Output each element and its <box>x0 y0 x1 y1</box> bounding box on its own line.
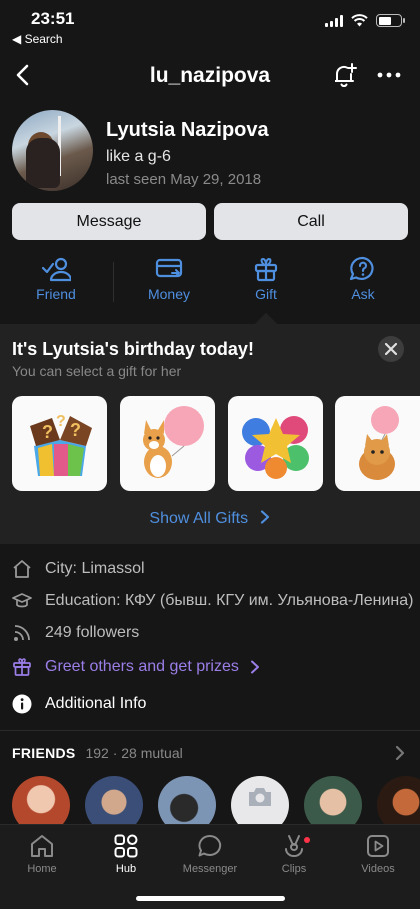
show-all-gifts-label: Show All Gifts <box>149 510 249 527</box>
last-seen: last seen May 29, 2018 <box>106 171 262 188</box>
question-bubble-icon <box>349 256 374 281</box>
profile-header: lu_nazipova <box>0 55 420 99</box>
friend-avatar-placeholder[interactable] <box>231 776 289 826</box>
message-button[interactable]: Message <box>12 203 206 240</box>
birthday-title: It's Lyutsia's birthday today! <box>12 339 254 359</box>
money-transfer-icon <box>155 258 183 278</box>
corgi-with-balloon-image <box>143 406 204 478</box>
mystery-gift-box-image: ? ? ? <box>30 413 92 476</box>
friend-avatar[interactable] <box>304 776 362 826</box>
graduation-cap-icon <box>12 593 32 608</box>
birthday-balloons-image <box>242 416 309 479</box>
tab-hub[interactable]: Hub <box>84 833 168 875</box>
wifi-icon <box>351 14 368 27</box>
video-icon <box>367 835 389 857</box>
subscribe-bell-icon[interactable] <box>330 61 358 89</box>
svg-text:?: ? <box>42 422 53 442</box>
birthday-subtitle: You can select a gift for her <box>12 363 182 379</box>
gift-corgi-balloon[interactable] <box>120 396 215 491</box>
gift-icon <box>13 658 31 676</box>
followers-text: 249 followers <box>45 624 140 641</box>
status-bar: 23:51 ◀ Search <box>0 0 420 50</box>
notification-dot <box>304 837 310 843</box>
show-all-gifts-link[interactable]: Show All Gifts <box>0 510 420 528</box>
info-icon <box>12 694 32 714</box>
chevron-right-icon <box>260 510 269 524</box>
status-time: 23:51 <box>31 9 75 28</box>
city-text: City: Limassol <box>45 560 145 577</box>
birthday-panel: It's Lyutsia's birthday today! You can s… <box>0 324 420 544</box>
gift-carousel[interactable]: ? ? ? <box>12 396 420 491</box>
friends-title: FRIENDS <box>12 745 76 761</box>
info-followers[interactable]: 249 followers <box>12 620 139 646</box>
friend-avatar[interactable] <box>158 776 216 826</box>
status-icons <box>325 14 405 27</box>
camera-icon <box>249 788 271 806</box>
clips-icon <box>285 835 303 857</box>
gift-mystery-box[interactable]: ? ? ? <box>12 396 107 491</box>
friend-avatar[interactable] <box>377 776 420 826</box>
tab-bar: Home Hub Messenger Clips Videos <box>0 824 420 909</box>
close-button[interactable] <box>378 336 404 362</box>
avatar[interactable] <box>12 110 93 191</box>
ask-action-label: Ask <box>351 286 375 302</box>
more-options-icon[interactable] <box>376 61 402 89</box>
education-text: Education: КФУ (бывш. КГУ им. Ульянова-Л… <box>45 592 414 609</box>
info-city: City: Limassol <box>12 556 145 582</box>
gift-icon <box>254 257 278 282</box>
friend-action[interactable]: Friend <box>11 252 101 302</box>
tab-messenger[interactable]: Messenger <box>168 833 252 875</box>
home-icon <box>13 560 31 578</box>
back-to-search-link[interactable]: ◀ Search <box>12 32 63 46</box>
tab-clips[interactable]: Clips <box>252 833 336 875</box>
profile-name: Lyutsia Nazipova <box>106 119 269 141</box>
home-indicator[interactable] <box>136 896 285 901</box>
hub-grid-icon <box>114 834 138 858</box>
money-action[interactable]: Money <box>124 252 214 302</box>
ask-action[interactable]: Ask <box>318 252 408 302</box>
profile-actions: Friend Money Gift Ask <box>0 252 420 312</box>
additional-info-link[interactable]: Additional Info <box>12 691 146 717</box>
call-button[interactable]: Call <box>214 203 408 240</box>
tab-videos-label: Videos <box>361 863 395 875</box>
tab-messenger-label: Messenger <box>182 863 238 875</box>
profile-card: Lyutsia Nazipova like a g-6 last seen Ma… <box>12 110 412 195</box>
info-education: Education: КФУ (бывш. КГУ им. Ульянова-Л… <box>12 588 413 614</box>
friend-avatar[interactable] <box>12 776 70 826</box>
tab-home-label: Home <box>27 863 57 875</box>
tab-videos[interactable]: Videos <box>336 833 420 875</box>
friends-list <box>0 776 420 826</box>
friends-header[interactable]: FRIENDS 192 · 28 mutual <box>12 745 183 761</box>
divider <box>0 730 420 731</box>
friends-count: 192 · 28 mutual <box>85 745 183 761</box>
tab-hub-label: Hub <box>115 863 137 875</box>
greet-text: Greet others and get prizes <box>45 658 239 675</box>
money-action-label: Money <box>147 286 191 302</box>
friend-action-label: Friend <box>36 286 76 302</box>
chevron-right-icon[interactable] <box>394 744 406 762</box>
svg-text:?: ? <box>70 420 81 440</box>
profile-status: like a g-6 <box>106 148 171 165</box>
chevron-right-icon <box>250 660 259 674</box>
gift-action-label: Gift <box>255 286 277 302</box>
gift-birthday-balloons[interactable] <box>228 396 323 491</box>
tab-home[interactable]: Home <box>0 833 84 875</box>
tab-clips-label: Clips <box>281 863 307 875</box>
additional-info-text: Additional Info <box>45 695 147 712</box>
cellular-signal-icon <box>325 14 343 27</box>
add-friend-icon <box>41 257 71 282</box>
cat-with-balloon-image <box>359 406 399 480</box>
battery-icon <box>376 14 405 27</box>
close-icon <box>385 343 397 355</box>
gift-action[interactable]: Gift <box>221 252 311 302</box>
chat-bubble-icon <box>198 834 222 857</box>
friend-avatar[interactable] <box>85 776 143 826</box>
svg-text:?: ? <box>56 413 66 430</box>
gift-cat-balloon[interactable] <box>335 396 420 491</box>
divider <box>113 262 114 302</box>
rss-icon <box>14 625 30 641</box>
home-icon <box>31 835 53 857</box>
greet-others-link[interactable]: Greet others and get prizes <box>12 654 278 680</box>
